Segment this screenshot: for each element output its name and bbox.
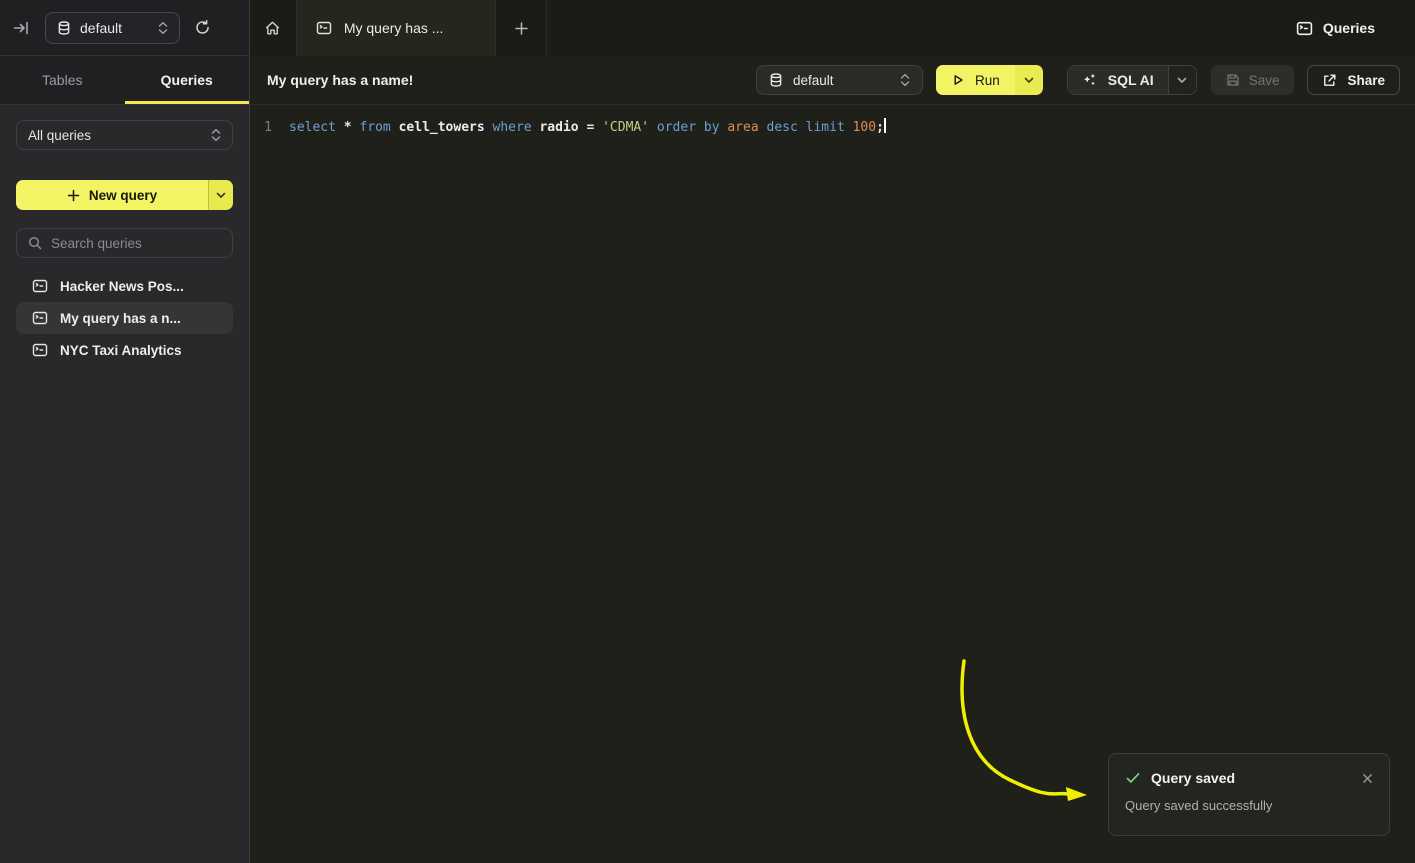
plus-icon bbox=[67, 189, 80, 202]
home-icon bbox=[264, 20, 281, 37]
query-list-item[interactable]: My query has a n... bbox=[16, 302, 233, 334]
tab-group: My query has ... bbox=[250, 0, 547, 56]
query-header: My query has a name! default Run bbox=[250, 56, 1415, 105]
search-icon bbox=[28, 236, 42, 250]
database-icon bbox=[57, 21, 71, 35]
editor-database-selector[interactable]: default bbox=[756, 65, 923, 95]
sql-editor[interactable]: 1 select * from cell_towers where radio … bbox=[250, 105, 1415, 863]
close-icon bbox=[1362, 773, 1373, 784]
sidebar-database-selector[interactable]: default bbox=[45, 12, 180, 44]
save-icon bbox=[1226, 73, 1240, 87]
query-filter-value: All queries bbox=[28, 128, 91, 143]
query-list-item[interactable]: Hacker News Pos... bbox=[16, 270, 233, 302]
toast-close-button[interactable] bbox=[1362, 773, 1373, 784]
share-icon bbox=[1322, 73, 1337, 88]
search-queries-input[interactable] bbox=[51, 236, 221, 251]
share-button[interactable]: Share bbox=[1307, 65, 1400, 95]
run-button[interactable]: Run bbox=[936, 65, 1043, 95]
queries-breadcrumb-label: Queries bbox=[1323, 20, 1375, 36]
chevron-updown-icon bbox=[211, 128, 221, 142]
check-icon bbox=[1125, 770, 1141, 786]
query-list-item-label: Hacker News Pos... bbox=[60, 279, 184, 294]
tab-bar: My query has ... Queries bbox=[250, 0, 1415, 56]
toast-title: Query saved bbox=[1151, 770, 1235, 786]
terminal-icon bbox=[316, 20, 332, 36]
sql-ai-main[interactable]: SQL AI bbox=[1068, 66, 1168, 94]
code-line-content: select * from cell_towers where radio = … bbox=[289, 118, 886, 138]
home-tab[interactable] bbox=[250, 0, 296, 56]
chevron-down-icon bbox=[1177, 77, 1187, 84]
chevron-down-icon bbox=[1024, 77, 1034, 84]
new-query-label: New query bbox=[89, 188, 157, 203]
sql-ai-dropdown[interactable] bbox=[1168, 66, 1196, 94]
refresh-icon bbox=[194, 19, 211, 36]
toast-header: Query saved bbox=[1125, 770, 1373, 786]
chevron-updown-icon bbox=[158, 21, 168, 35]
play-icon bbox=[951, 73, 965, 87]
terminal-icon bbox=[32, 278, 48, 294]
sql-ai-button[interactable]: SQL AI bbox=[1067, 65, 1197, 95]
search-queries-box bbox=[16, 228, 233, 258]
query-list-item-label: My query has a n... bbox=[60, 311, 181, 326]
terminal-icon bbox=[32, 310, 48, 326]
sidebar: Tables Queries All queries New query bbox=[0, 56, 250, 863]
sparkles-icon bbox=[1082, 72, 1098, 88]
refresh-button[interactable] bbox=[194, 19, 211, 36]
run-options-dropdown[interactable] bbox=[1015, 65, 1043, 95]
collapse-sidebar-icon bbox=[12, 19, 30, 37]
chevron-down-icon bbox=[216, 192, 226, 199]
query-list: Hacker News Pos... My query has a n... N… bbox=[16, 270, 233, 366]
new-query-dropdown[interactable] bbox=[208, 180, 233, 210]
sidebar-database-value: default bbox=[80, 20, 122, 36]
tab-tables[interactable]: Tables bbox=[0, 56, 125, 104]
new-query-button[interactable]: New query bbox=[16, 180, 233, 210]
sidebar-tabs: Tables Queries bbox=[0, 56, 249, 105]
chevron-updown-icon bbox=[900, 73, 910, 87]
queries-breadcrumb[interactable]: Queries bbox=[1296, 0, 1415, 56]
query-list-item-label: NYC Taxi Analytics bbox=[60, 343, 182, 358]
code-line[interactable]: 1 select * from cell_towers where radio … bbox=[250, 118, 1415, 138]
terminal-icon bbox=[1296, 20, 1313, 37]
query-title: My query has a name! bbox=[267, 72, 413, 88]
tab-label: My query has ... bbox=[344, 20, 444, 36]
sidebar-topbar: default bbox=[0, 0, 250, 56]
database-icon bbox=[769, 73, 783, 87]
collapse-sidebar-button[interactable] bbox=[12, 19, 30, 37]
sidebar-body: All queries New query bbox=[0, 105, 249, 381]
plus-icon bbox=[514, 21, 529, 36]
save-button[interactable]: Save bbox=[1211, 65, 1295, 95]
toast-query-saved: Query saved Query saved successfully bbox=[1108, 753, 1390, 836]
new-tab-button[interactable] bbox=[496, 0, 546, 56]
run-button-label: Run bbox=[975, 73, 1000, 88]
text-cursor bbox=[884, 118, 886, 133]
toast-message: Query saved successfully bbox=[1125, 798, 1373, 813]
terminal-icon bbox=[32, 342, 48, 358]
sql-ai-label: SQL AI bbox=[1108, 72, 1154, 88]
editor-database-value: default bbox=[793, 73, 834, 88]
run-button-main[interactable]: Run bbox=[936, 65, 1015, 95]
save-button-label: Save bbox=[1249, 73, 1280, 88]
new-query-main[interactable]: New query bbox=[16, 180, 208, 210]
query-filter-select[interactable]: All queries bbox=[16, 120, 233, 150]
tab-my-query[interactable]: My query has ... bbox=[296, 0, 496, 56]
share-button-label: Share bbox=[1347, 73, 1385, 88]
line-number: 1 bbox=[250, 118, 272, 138]
query-list-item[interactable]: NYC Taxi Analytics bbox=[16, 334, 233, 366]
tab-queries[interactable]: Queries bbox=[125, 56, 250, 104]
